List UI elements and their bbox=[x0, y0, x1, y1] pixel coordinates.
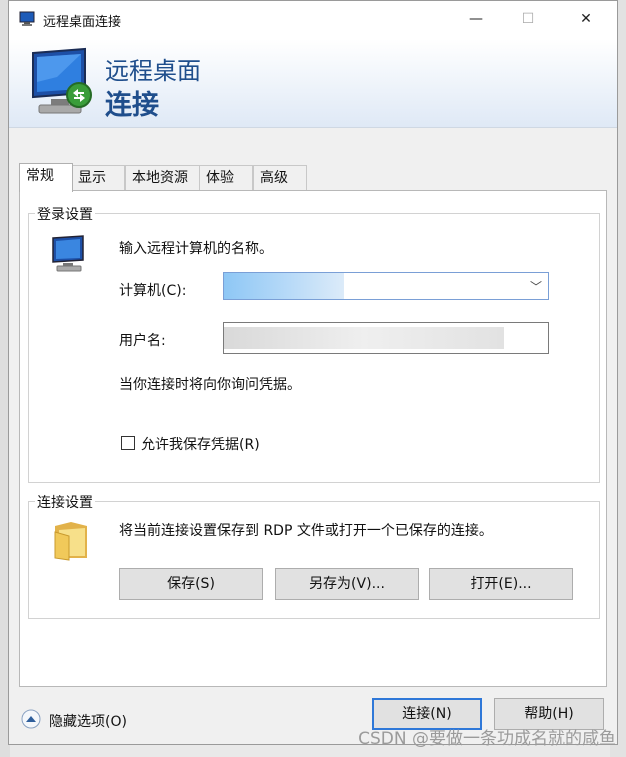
tab-display[interactable]: 显示 bbox=[71, 165, 125, 190]
connection-settings-description: 将当前连接设置保存到 RDP 文件或打开一个已保存的连接。 bbox=[119, 523, 493, 539]
rdp-dialog: 远程桌面连接 — ☐ ✕ 远程桌面 连接 常规 显示 本地资源 体验 高级 登录… bbox=[8, 0, 618, 745]
save-button[interactable]: 保存(S) bbox=[119, 568, 263, 600]
computer-value-redacted bbox=[224, 273, 344, 299]
instruction-text: 输入远程计算机的名称。 bbox=[119, 241, 273, 257]
monitor-remote-icon bbox=[32, 47, 92, 114]
login-settings-legend: 登录设置 bbox=[35, 204, 95, 224]
header-banner: 远程桌面 连接 bbox=[9, 39, 617, 128]
chevron-down-icon[interactable]: ﹀ bbox=[530, 278, 542, 295]
minimize-button[interactable]: — bbox=[461, 7, 491, 31]
rdp-app-icon bbox=[19, 11, 35, 26]
window-title: 远程桌面连接 bbox=[43, 15, 122, 30]
close-button[interactable]: ✕ bbox=[571, 7, 601, 31]
credentials-note: 当你连接时将向你询问凭据。 bbox=[119, 377, 301, 393]
username-field[interactable] bbox=[223, 322, 549, 354]
tab-advanced[interactable]: 高级 bbox=[253, 165, 307, 190]
allow-save-credentials-checkbox[interactable] bbox=[121, 436, 135, 450]
hide-options-link[interactable]: 隐藏选项(O) bbox=[49, 711, 127, 731]
maximize-button[interactable]: ☐ bbox=[513, 7, 543, 31]
banner-title-line2: 连接 bbox=[105, 90, 159, 121]
tab-experience[interactable]: 体验 bbox=[199, 165, 253, 190]
title-bar[interactable]: 远程桌面连接 — ☐ ✕ bbox=[9, 1, 617, 39]
allow-save-credentials-label[interactable]: 允许我保存凭据(R) bbox=[141, 434, 260, 454]
banner-title-line1: 远程桌面 bbox=[105, 57, 201, 85]
connection-settings-legend: 连接设置 bbox=[35, 492, 95, 512]
connection-settings-group: 连接设置 将当前连接设置保存到 RDP 文件或打开一个已保存的连接。 保存(S)… bbox=[28, 492, 600, 619]
folder-icon bbox=[54, 522, 87, 561]
computer-label: 计算机(C): bbox=[119, 283, 187, 299]
computer-icon bbox=[52, 235, 84, 272]
tab-local-resources[interactable]: 本地资源 bbox=[125, 165, 201, 190]
username-label: 用户名: bbox=[119, 333, 166, 349]
save-as-button[interactable]: 另存为(V)... bbox=[275, 568, 419, 600]
tab-general[interactable]: 常规 bbox=[19, 163, 73, 192]
login-settings-group: 登录设置 输入远程计算机的名称。 计算机(C): ﹀ 用户名: 当你连接时将向你… bbox=[28, 204, 600, 483]
open-button[interactable]: 打开(E)... bbox=[429, 568, 573, 600]
collapse-options-icon[interactable] bbox=[21, 709, 41, 729]
computer-combobox[interactable]: ﹀ bbox=[223, 272, 549, 300]
username-value-redacted bbox=[224, 327, 504, 349]
watermark-text: CSDN @要做一条功成名就的咸鱼 bbox=[358, 729, 616, 749]
tab-panel-general: 登录设置 输入远程计算机的名称。 计算机(C): ﹀ 用户名: 当你连接时将向你… bbox=[19, 190, 607, 687]
